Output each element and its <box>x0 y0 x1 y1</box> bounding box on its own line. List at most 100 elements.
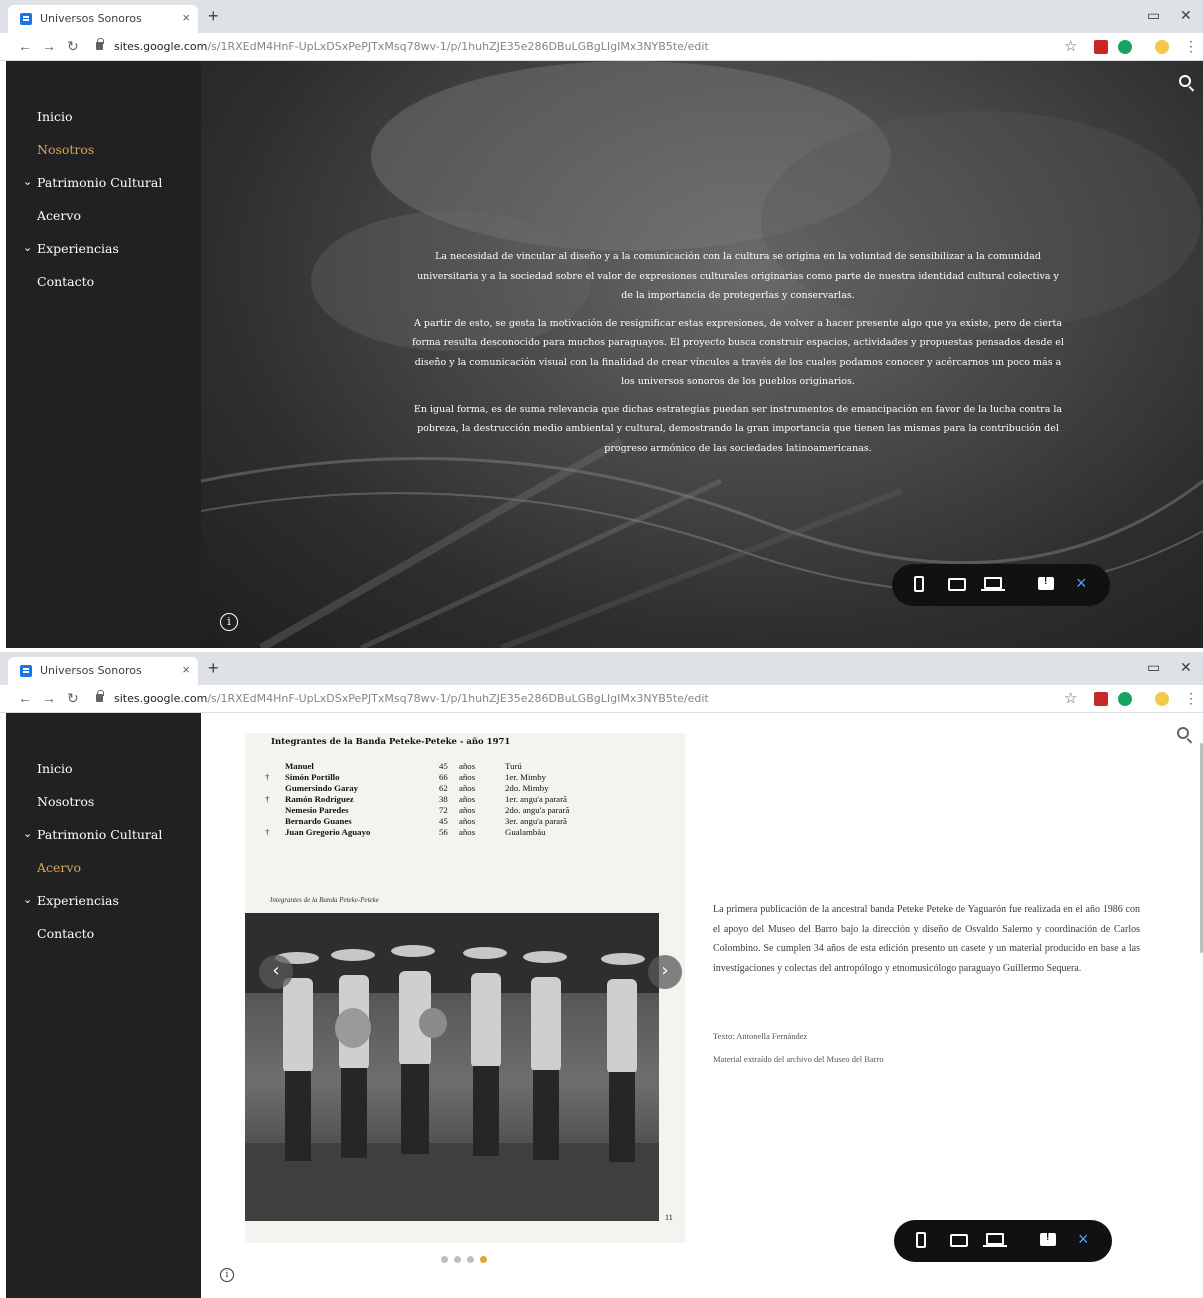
restore-window-icon[interactable]: ▭ <box>1147 659 1160 676</box>
sites-favicon-icon <box>20 13 32 25</box>
hero-text-block: La necesidad de vincular al diseño y a l… <box>411 247 1065 466</box>
chevron-down-icon[interactable]: ⌄ <box>23 893 32 906</box>
tab-close-button[interactable]: × <box>182 10 190 25</box>
reload-icon[interactable]: ↻ <box>67 38 79 55</box>
laptop-preview-icon[interactable] <box>983 1233 1007 1247</box>
reload-icon[interactable]: ↻ <box>67 690 79 707</box>
pdf-extension-icon[interactable] <box>1094 692 1108 706</box>
preview-toolbar: × <box>892 564 1110 606</box>
chevron-down-icon[interactable]: ⌄ <box>23 175 32 188</box>
carousel-prev-button[interactable]: ‹ <box>259 955 293 989</box>
carousel-indicators <box>441 1250 493 1263</box>
photo-caption: Integrantes de la Banda Peteke-Peteke <box>270 896 379 904</box>
profile-avatar-icon[interactable] <box>1155 40 1169 54</box>
nav-item-patrimonio-cultural[interactable]: ⌄ Patrimonio Cultural <box>23 827 162 842</box>
new-tab-button[interactable]: + <box>208 6 219 27</box>
url-field[interactable]: sites.google.com/s/1RXEdM4HnF-UpLxDSxPeP… <box>92 37 1052 57</box>
grammar-extension-icon[interactable] <box>1118 40 1132 54</box>
nav-item-experiencias[interactable]: ⌄ Experiencias <box>23 241 119 256</box>
new-tab-button[interactable]: + <box>208 658 219 679</box>
credits-block: Texto: Antonella Fernández Material extr… <box>713 1025 884 1071</box>
credit-source: Material extraído del archivo del Museo … <box>713 1054 884 1064</box>
tab-strip: Universos Sonoros × + ▭ ✕ <box>0 0 1203 33</box>
nav-item-patrimonio-cultural[interactable]: ⌄ Patrimonio Cultural <box>23 175 162 190</box>
lock-icon <box>96 38 104 50</box>
description-text: La primera publicación de la ancestral b… <box>713 904 1140 974</box>
tab-strip: Universos Sonoros × + ▭ ✕ <box>0 652 1203 685</box>
forward-icon[interactable]: → <box>42 38 56 54</box>
nav-item-acervo[interactable]: Acervo <box>37 208 81 223</box>
close-preview-button[interactable]: × <box>1078 1229 1089 1250</box>
search-icon[interactable] <box>1179 75 1191 87</box>
nav-item-experiencias[interactable]: ⌄ Experiencias <box>23 893 119 908</box>
address-bar: ← → ↻ sites.google.com/s/1RXEdM4HnF-UpLx… <box>0 685 1203 713</box>
nav-item-contacto[interactable]: Contacto <box>37 274 94 289</box>
sites-favicon-icon <box>20 665 32 677</box>
back-icon[interactable]: ← <box>18 38 32 54</box>
feedback-icon[interactable] <box>1038 576 1054 590</box>
info-icon[interactable]: i <box>220 1268 234 1282</box>
close-window-icon[interactable]: ✕ <box>1180 7 1192 24</box>
nav-item-inicio[interactable]: Inicio <box>37 109 73 124</box>
credit-text-author: Texto: Antonella Fernández <box>713 1031 808 1041</box>
carousel-dot-active[interactable] <box>480 1256 487 1263</box>
browser-menu-icon[interactable]: ⋮ <box>1184 38 1198 55</box>
bookmark-star-icon[interactable]: ☆ <box>1064 37 1077 55</box>
forward-icon[interactable]: → <box>42 690 56 706</box>
band-photo <box>245 913 659 1221</box>
band-photo-image <box>245 913 659 1221</box>
carousel-dot[interactable] <box>454 1256 461 1263</box>
nav-item-nosotros[interactable]: Nosotros <box>37 142 94 157</box>
browser-tab[interactable]: Universos Sonoros × <box>8 657 198 685</box>
carousel-dot[interactable] <box>467 1256 474 1263</box>
tablet-preview-icon[interactable] <box>948 578 966 591</box>
tablet-preview-icon[interactable] <box>950 1234 968 1247</box>
phone-preview-icon[interactable] <box>916 1232 926 1248</box>
nav-item-inicio[interactable]: Inicio <box>37 761 73 776</box>
phone-preview-icon[interactable] <box>914 576 924 592</box>
hero-paragraph: En igual forma, es de suma relevancia qu… <box>413 403 1063 454</box>
site-viewport: Inicio Nosotros ⌄ Patrimonio Cultural Ace… <box>6 61 1203 648</box>
screenshot-hero: Universos Sonoros × + ▭ ✕ ← → ↻ sites.go… <box>0 0 1203 648</box>
restore-window-icon[interactable]: ▭ <box>1147 7 1160 24</box>
search-icon[interactable] <box>1177 727 1189 739</box>
close-preview-button[interactable]: × <box>1076 573 1087 594</box>
carousel-slide-document: Integrantes de la Banda Peteke-Peteke - … <box>245 733 685 1243</box>
bookmark-star-icon[interactable]: ☆ <box>1064 689 1077 707</box>
nav-item-acervo[interactable]: Acervo <box>37 860 81 875</box>
chevron-down-icon[interactable]: ⌄ <box>23 827 32 840</box>
chevron-down-icon[interactable]: ⌄ <box>23 241 32 254</box>
back-icon[interactable]: ← <box>18 690 32 706</box>
tab-close-button[interactable]: × <box>182 662 190 677</box>
profile-avatar-icon[interactable] <box>1155 692 1169 706</box>
nav-item-contacto[interactable]: Contacto <box>37 926 94 941</box>
address-bar: ← → ↻ sites.google.com/s/1RXEdM4HnF-UpLx… <box>0 33 1203 61</box>
pdf-extension-icon[interactable] <box>1094 40 1108 54</box>
url-text: sites.google.com/s/1RXEdM4HnF-UpLxDSxPeP… <box>114 40 709 53</box>
nav-item-nosotros[interactable]: Nosotros <box>37 794 94 809</box>
grammar-extension-icon[interactable] <box>1118 692 1132 706</box>
hero-section: La necesidad de vincular al diseño y a l… <box>201 61 1203 648</box>
page-number: 11 <box>665 1213 673 1222</box>
browser-tab[interactable]: Universos Sonoros × <box>8 5 198 33</box>
browser-menu-icon[interactable]: ⋮ <box>1184 690 1198 707</box>
tab-title: Universos Sonoros <box>40 664 142 677</box>
site-viewport: Inicio Nosotros ⌄ Patrimonio Cultural Ace… <box>6 713 1203 1298</box>
document-heading: Integrantes de la Banda Peteke-Peteke - … <box>271 737 511 747</box>
url-field[interactable]: sites.google.com/s/1RXEdM4HnF-UpLxDSxPeP… <box>92 689 1052 709</box>
url-text: sites.google.com/s/1RXEdM4HnF-UpLxDSxPeP… <box>114 692 709 705</box>
screenshot-acervo: Universos Sonoros × + ▭ ✕ ← → ↻ sites.go… <box>0 652 1203 1298</box>
hero-paragraph: A partir de esto, se gesta la motivación… <box>412 317 1064 388</box>
feedback-icon[interactable] <box>1040 1232 1056 1246</box>
preview-toolbar: × <box>894 1220 1112 1262</box>
info-icon[interactable]: i <box>220 613 238 631</box>
carousel-next-button[interactable]: › <box>648 955 682 989</box>
close-window-icon[interactable]: ✕ <box>1180 659 1192 676</box>
lock-icon <box>96 690 104 702</box>
tab-title: Universos Sonoros <box>40 12 142 25</box>
carousel-dot[interactable] <box>441 1256 448 1263</box>
sidebar-nav: Inicio Nosotros ⌄ Patrimonio Cultural Ace… <box>6 61 201 648</box>
sidebar-nav: Inicio Nosotros ⌄ Patrimonio Cultural Ace… <box>6 713 201 1298</box>
hero-paragraph: La necesidad de vincular al diseño y a l… <box>417 251 1059 301</box>
laptop-preview-icon[interactable] <box>981 577 1005 591</box>
